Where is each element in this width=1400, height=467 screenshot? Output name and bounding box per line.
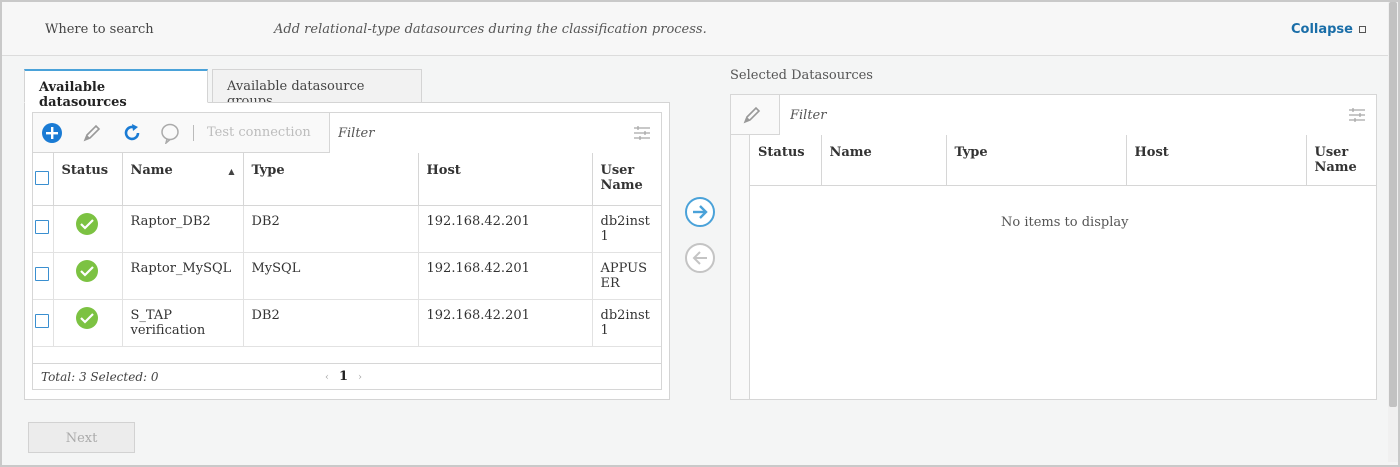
status-cell (53, 252, 123, 300)
empty-message: No items to display (1001, 215, 1129, 230)
status-ok-icon (75, 259, 98, 282)
grid-footer: Total: 3 Selected: 0 ‹ 1 › (33, 363, 661, 389)
column-header-name[interactable]: Name ▲ (122, 153, 244, 206)
right-filter-box (779, 95, 1376, 135)
next-button[interactable]: Next (28, 422, 135, 453)
grid-toolbar: Test connection (33, 113, 661, 153)
selected-datasources-title: Selected Datasources (730, 68, 873, 83)
toolbar-divider (193, 125, 194, 141)
datasources-table: Status Name ▲ Type Host User Name Raptor_… (33, 153, 661, 347)
column-header-type[interactable]: Type (243, 153, 419, 206)
pagination: ‹ 1 › (315, 369, 372, 384)
edit-icon[interactable] (81, 122, 103, 144)
column-header-user-name[interactable]: User Name (592, 153, 661, 206)
name-cell: Raptor_MySQL (122, 252, 244, 300)
status-ok-icon (75, 306, 98, 329)
column-header-host[interactable]: Host (418, 153, 593, 206)
sort-ascending-icon: ▲ (228, 166, 235, 176)
status-cell (53, 299, 123, 347)
left-filter-box (329, 113, 661, 153)
tab-available-datasources[interactable]: Available datasources (24, 69, 208, 110)
previous-page-icon[interactable]: ‹ (325, 372, 329, 383)
table-row[interactable]: Raptor_DB2 DB2 192.168.42.201 db2inst1 (33, 205, 661, 253)
edit-icon[interactable] (741, 104, 763, 126)
total-selected-text: Total: 3 Selected: 0 (41, 370, 159, 384)
row-checkbox[interactable] (35, 219, 49, 234)
add-to-selected-button[interactable] (685, 197, 715, 227)
arrow-right-icon (693, 205, 708, 219)
collapse-label: Collapse (1290, 22, 1353, 37)
column-header-status[interactable]: Status (53, 153, 123, 206)
right-filter-input[interactable] (790, 105, 1290, 125)
column-header-user-name[interactable]: User Name (1306, 135, 1376, 186)
column-header-type[interactable]: Type (946, 135, 1127, 186)
selected-grid-toolbar (731, 95, 1376, 135)
row-select-cell (33, 252, 54, 300)
collapse-icon (1359, 26, 1366, 33)
refresh-icon[interactable] (121, 122, 143, 144)
table-row[interactable]: S_TAP verification DB2 192.168.42.201 db… (33, 299, 661, 347)
filter-settings-icon[interactable] (1348, 107, 1366, 123)
status-cell (53, 205, 123, 253)
column-header-host[interactable]: Host (1126, 135, 1307, 186)
test-connection-button: Test connection (207, 125, 311, 140)
column-header-name-label: Name (130, 163, 173, 178)
row-select-cell (33, 299, 54, 347)
next-page-icon[interactable]: › (358, 372, 362, 383)
add-icon[interactable] (41, 122, 63, 144)
hint-text: Add relational-type datasources during t… (274, 22, 707, 37)
tab-label: Available datasources (39, 80, 127, 110)
tab-available-datasource-groups[interactable]: Available datasource groups (212, 69, 422, 109)
type-cell: DB2 (243, 299, 419, 347)
select-all-checkbox[interactable] (35, 171, 49, 185)
host-cell: 192.168.42.201 (418, 299, 593, 347)
user-cell: db2inst1 (592, 205, 661, 253)
row-checkbox[interactable] (35, 313, 49, 328)
search-scope-header: Where to search Add relational-type data… (2, 2, 1388, 56)
arrow-left-icon (692, 251, 707, 265)
user-cell: APPUSER (592, 252, 661, 300)
collapse-link[interactable]: Collapse (1291, 22, 1366, 37)
status-ok-icon (75, 212, 98, 235)
host-cell: 192.168.42.201 (418, 205, 593, 253)
left-filter-input[interactable] (338, 123, 618, 143)
row-checkbox[interactable] (35, 266, 49, 281)
column-header-name[interactable]: Name (821, 135, 947, 186)
page-scrollbar[interactable] (1388, 2, 1398, 462)
current-page-number[interactable]: 1 (339, 369, 348, 384)
select-all-cell (33, 153, 54, 206)
table-header-row: Status Name ▲ Type Host User Name (33, 153, 661, 206)
column-header-status[interactable]: Status (750, 135, 822, 186)
host-cell: 192.168.42.201 (418, 252, 593, 300)
test-bubble-icon (159, 122, 181, 146)
name-cell: Raptor_DB2 (122, 205, 244, 253)
table-row[interactable]: Raptor_MySQL MySQL 192.168.42.201 APPUSE… (33, 252, 661, 300)
remove-from-selected-button (685, 243, 715, 273)
selection-gutter (731, 135, 750, 399)
selected-datasources-grid: Status Name Type Host User Name No items… (730, 94, 1377, 400)
available-datasources-grid: Test connection Status Name ▲ Type Host U… (32, 112, 662, 390)
name-cell: S_TAP verification (122, 299, 244, 347)
table-header-row: Status Name Type Host User Name (750, 135, 1376, 186)
scrollbar-thumb[interactable] (1389, 2, 1397, 407)
type-cell: MySQL (243, 252, 419, 300)
selected-datasources-table: Status Name Type Host User Name (750, 135, 1376, 186)
where-to-search-label: Where to search (45, 22, 154, 37)
filter-settings-icon[interactable] (633, 125, 651, 141)
user-cell: db2inst1 (592, 299, 661, 347)
type-cell: DB2 (243, 205, 419, 253)
row-select-cell (33, 205, 54, 253)
